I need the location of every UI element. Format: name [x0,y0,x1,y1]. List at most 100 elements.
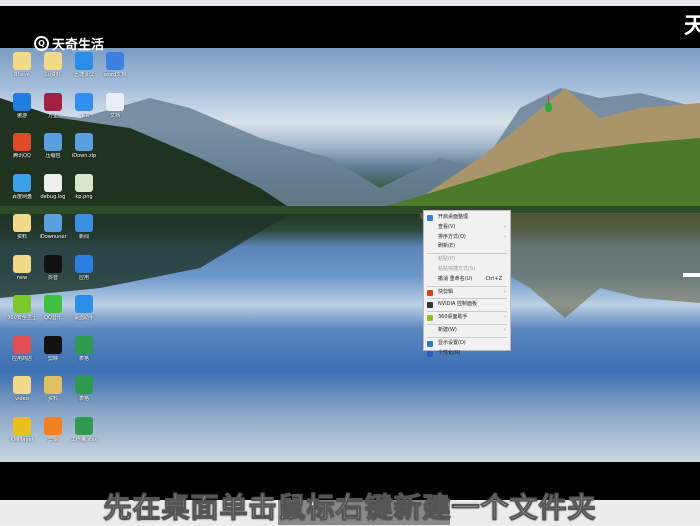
desktop-icon[interactable]: 飞书 [69,92,99,119]
menu-separator [427,311,507,313]
menu-item[interactable]: 快剪辑 › [424,288,510,298]
context-menu: 开启桌面整理 查看(V) › 排序方式(O) › 刷新(E) 粘贴(P) 粘贴快捷方式(S) 撤… [423,210,511,357]
chevron-right-icon: › [504,314,506,321]
desktop-icon-label: word文档 [103,72,127,78]
menu-item[interactable]: 新建(W) › [424,326,510,336]
chevron-right-icon: › [504,223,506,230]
desktop-icon[interactable]: 抖音 [38,254,68,281]
menu-item[interactable]: 撤消 重命名(U) Ctrl+Z [424,275,510,285]
app-icon [44,214,62,232]
desktop-icon-label: Lu资料 [45,72,61,78]
app-icon [44,254,62,273]
desktop-icon[interactable]: Rhave [7,52,37,78]
app-icon [13,52,31,70]
desktop-icon[interactable]: kp.png [69,173,99,200]
desktop-icon[interactable]: 表格 [69,376,99,402]
app-icon [75,214,93,232]
desktop-icon[interactable]: new [7,254,37,281]
desktop-icon[interactable]: iDownuner [38,214,68,240]
menu-shortcut: Ctrl+Z [485,275,502,282]
app-icon [44,92,62,111]
desktop-icon-label: 资料 [16,234,27,240]
desktop-icon-label: 表格 [78,396,89,402]
desktop-icon[interactable]: 表格 [69,335,99,362]
desktop-icon[interactable]: 方正 [38,92,68,119]
menu-separator [427,323,507,325]
desktop-icon[interactable]: 应用商店 [7,335,37,362]
desktop-icon-label: debug.log [40,193,66,200]
menu-item[interactable]: 查看(V) › [424,223,510,233]
app-icon [106,92,124,111]
app-icon [75,295,93,313]
desktop-icon[interactable]: iDown.zip [69,133,99,159]
desktop-icon-label: 桌面助手 [73,315,94,321]
desktop-icon[interactable]: 360安全卫士 [7,295,37,321]
menu-item-label: 撤消 重命名(U) [438,275,473,282]
personalize-icon [427,350,433,357]
desktop-icon[interactable]: 剪映 [38,335,68,362]
app-icon [44,173,62,192]
menu-item[interactable]: 360桌面助手 › [424,313,510,323]
pin-icon [545,102,552,112]
desktop[interactable]: Rhave Lu资料 迅捷录屏 word文档傲游 方正 飞书 文档腾讯QQ 压缩包 iDown.… [0,48,700,462]
app-icon [44,295,62,313]
desktop-icon[interactable]: QQ音乐 [38,295,68,321]
app-icon [13,254,31,273]
desktop-icon-label: 方正 [47,112,58,119]
menu-item[interactable]: 开启桌面整理 [424,213,510,223]
app-icon [75,133,93,151]
desktop-icon-label: Rhave [14,72,30,78]
menu-item-label: 开启桌面整理 [438,214,469,220]
desktop-icon-label: 剪映 [47,355,58,362]
desktop-icon-label: 剪辑 [47,436,58,443]
app-icon [75,376,93,394]
desktop-icon-label: QQ音乐 [44,315,62,321]
desktop-icon[interactable]: 工作簿.xlsx [69,416,99,443]
menu-item-label: 查看(V) [438,223,456,230]
menu-item[interactable]: NVIDIA 控制面板 [424,300,510,310]
organize-icon [427,215,433,221]
nvidia-icon [427,302,433,309]
desktop-icon[interactable]: Lu资料 [38,52,68,78]
desktop-icon[interactable]: 腾讯QQ [7,133,37,159]
menu-separator [427,285,507,287]
menu-item[interactable]: 粘贴(P) [424,255,510,265]
menu-item[interactable]: 粘贴快捷方式(S) [424,265,510,275]
desktop-icon-label: 工作簿.xlsx [70,436,98,443]
desktop-icon-label: kp.png [75,193,93,200]
desktop-icon[interactable]: 资料 [38,376,68,402]
desktop-icon[interactable]: 资料 [7,214,37,240]
menu-item[interactable]: 个性化(R) [424,349,510,359]
desktop-icon[interactable]: word文档 [100,52,130,78]
desktop-icon-label: 抖音 [47,274,58,281]
desktop-icon[interactable]: 百度网盘 [7,173,37,200]
desktop-icon[interactable]: 文档 [100,92,130,119]
watermark-text: 天奇生活 [52,38,105,53]
app-icon [13,416,31,435]
desktop-icon[interactable]: 桌面助手 [69,295,99,321]
menu-item-label: 排序方式(O) [438,233,466,240]
menu-item[interactable]: 刷新(E) [424,242,510,252]
desktop-icon[interactable]: 应用 [69,254,99,281]
app-icon [75,52,93,70]
app-icon [13,376,31,394]
desktop-icon[interactable]: 压缩包 [38,133,68,159]
desktop-icon[interactable]: 剪辑 [38,416,68,443]
desktop-icon-label: KMPlayer [10,436,34,443]
app-icon [13,92,31,111]
menu-separator [427,253,507,255]
app-icon [44,376,62,394]
desktop-icon-label: 腾讯QQ [13,153,31,159]
desktop-icon[interactable]: 傲游 [7,92,37,119]
desktop-icon[interactable]: debug.log [38,173,68,200]
desktop-icon[interactable]: video [7,376,37,402]
desktop-icon[interactable]: KMPlayer [7,416,37,443]
desktop-icon[interactable]: 新闻 [69,214,99,240]
app-icon [75,173,93,192]
menu-item[interactable]: 显示设置(D) [424,339,510,349]
menu-item[interactable]: 排序方式(O) › [424,233,510,243]
desktop-icon-label: new [16,274,28,281]
menu-item-label: 粘贴(P) [438,256,455,263]
watermark: Q 天奇生活 [34,34,104,53]
desktop-icon[interactable]: 迅捷录屏 [69,52,99,78]
